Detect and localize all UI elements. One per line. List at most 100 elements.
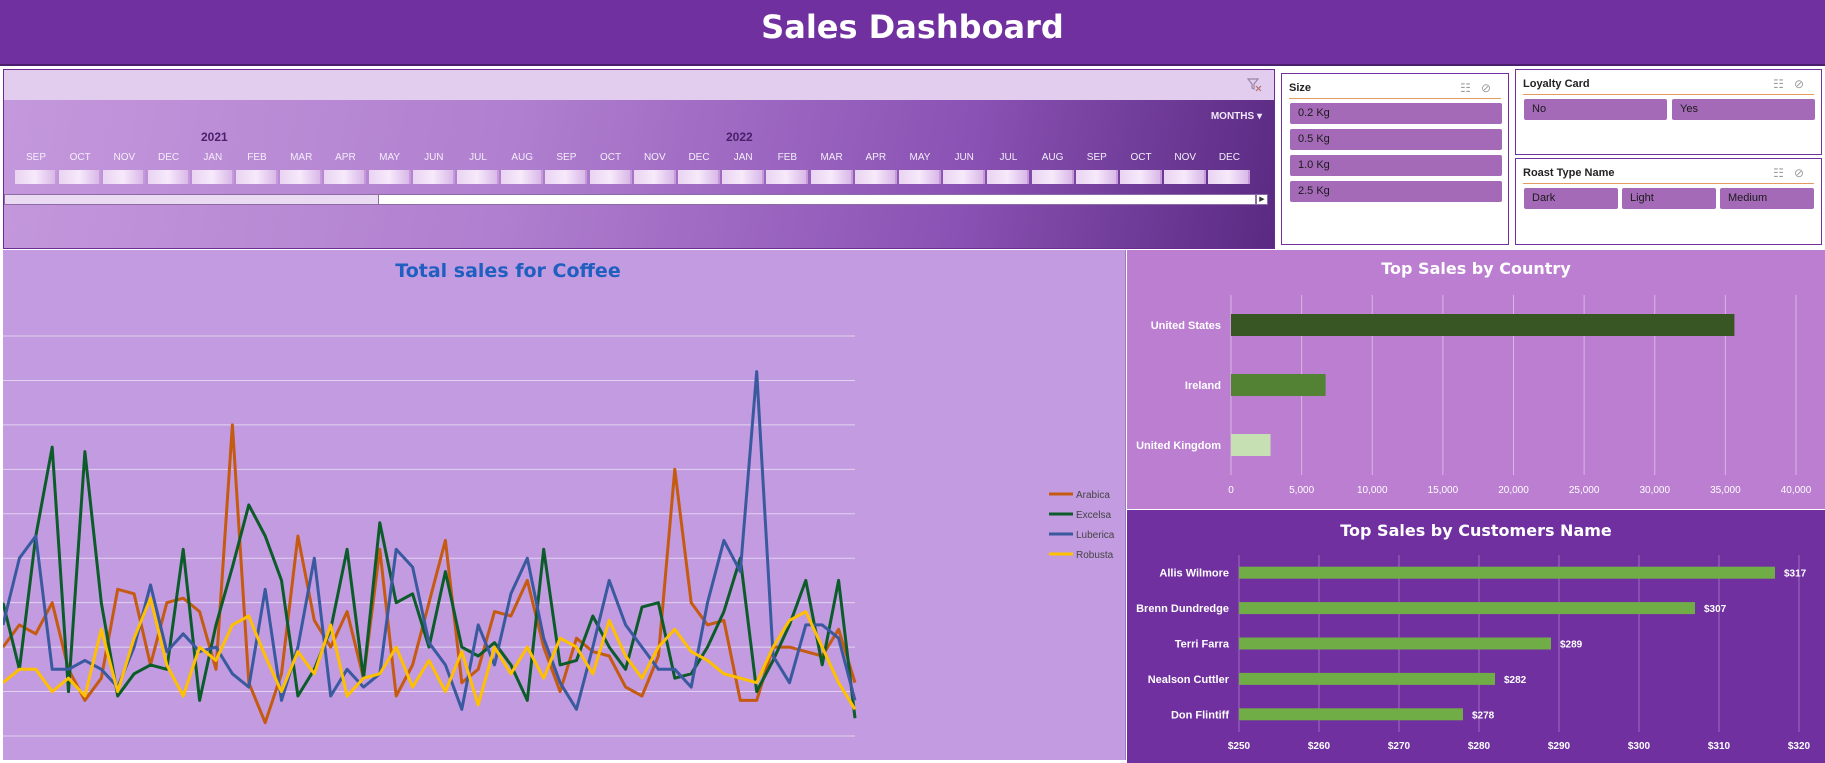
category-label: Allis Wilmore bbox=[1159, 568, 1229, 580]
timeline-body: MONTHS ▾ 2021 2022 ▶ SEP OCT NOV DEC JAN FEB M… bbox=[4, 100, 1274, 248]
timeline-month-cell[interactable] bbox=[457, 170, 499, 184]
period-selector[interactable]: MONTHS ▾ bbox=[1211, 111, 1262, 122]
clear-filter-icon[interactable] bbox=[1246, 76, 1262, 92]
year-label: 2021 bbox=[201, 130, 228, 144]
slicer-item-0.2kg[interactable]: 0.2 Kg bbox=[1290, 103, 1502, 124]
legend-label: Robusta bbox=[1076, 550, 1114, 561]
timeline-month-cell[interactable] bbox=[280, 170, 323, 184]
multi-select-icon[interactable]: ☷ bbox=[1460, 81, 1481, 95]
series-line-luberica bbox=[3, 370, 857, 711]
data-label: $289 bbox=[1560, 640, 1583, 651]
category-label: Nealson Cuttler bbox=[1148, 674, 1230, 686]
timeline-month-cell[interactable] bbox=[987, 170, 1030, 184]
timeline-month-cell[interactable] bbox=[589, 170, 632, 184]
timeline-month-cell[interactable] bbox=[1031, 170, 1074, 184]
timeline-month-label: SEP bbox=[1086, 152, 1107, 163]
timeline-month-cell[interactable] bbox=[1208, 170, 1251, 184]
period-label: MONTHS bbox=[1210, 111, 1255, 122]
timeline-month-cell[interactable] bbox=[1075, 170, 1118, 184]
category-label: Terri Farra bbox=[1175, 639, 1230, 651]
timeline-month-label: JUN bbox=[954, 152, 974, 163]
timeline-month-cell[interactable] bbox=[191, 170, 234, 184]
timeline-month-cell[interactable] bbox=[722, 170, 765, 184]
category-label: Brenn Dundredge bbox=[1136, 603, 1229, 615]
timeline-month-label: DEC bbox=[158, 152, 180, 163]
timeline-month-label: SEP bbox=[25, 152, 46, 163]
timeline-month-cell[interactable] bbox=[766, 170, 809, 184]
year-label: 2022 bbox=[726, 130, 753, 144]
multi-select-icon[interactable]: ☷ bbox=[1773, 77, 1794, 91]
timeline-month-cell[interactable] bbox=[943, 170, 986, 184]
timeline-month-cell[interactable] bbox=[368, 170, 411, 184]
timeline-month-cell[interactable] bbox=[545, 170, 588, 184]
timeline-month-cell[interactable] bbox=[412, 170, 455, 184]
timeline-month-cell[interactable] bbox=[15, 170, 57, 184]
timeline-month-label: OCT bbox=[1130, 152, 1152, 163]
clear-filter-icon[interactable]: ⊘ bbox=[1794, 77, 1814, 91]
data-label: $278 bbox=[1472, 710, 1495, 721]
x-tick-label: 40,000 bbox=[1781, 485, 1812, 496]
timeline-month-cell[interactable] bbox=[103, 170, 146, 184]
slicer-item-1.0kg[interactable]: 1.0 Kg bbox=[1290, 155, 1502, 176]
slicer-item-label: Medium bbox=[1728, 192, 1768, 204]
slicer-item-label: 1.0 Kg bbox=[1298, 159, 1330, 171]
slicer-item-0.5kg[interactable]: 0.5 Kg bbox=[1290, 129, 1502, 150]
clear-filter-icon[interactable]: ⊘ bbox=[1794, 166, 1814, 180]
timeline-month-cell[interactable] bbox=[59, 170, 102, 184]
slicer-item-label: 0.5 Kg bbox=[1298, 133, 1330, 145]
timeline-month-label: JUL bbox=[999, 152, 1018, 163]
clear-filter-icon[interactable]: ⊘ bbox=[1481, 81, 1501, 95]
category-label: Ireland bbox=[1185, 380, 1221, 392]
x-tick-label: 20,000 bbox=[1498, 485, 1529, 496]
slicer-item-2.5kg[interactable]: 2.5 Kg bbox=[1290, 181, 1502, 202]
timeline-month-label: DEC bbox=[688, 152, 710, 163]
timeline-month-label: AUG bbox=[511, 152, 534, 163]
bar-terri-farra bbox=[1239, 637, 1551, 650]
scroll-right-icon[interactable]: ▶ bbox=[1256, 194, 1268, 205]
category-label: United Kingdom bbox=[1136, 440, 1221, 452]
timeline-month-cell[interactable] bbox=[324, 170, 367, 184]
timeline-month-cell[interactable] bbox=[1164, 170, 1207, 184]
timeline-month-cell[interactable] bbox=[1120, 170, 1162, 184]
country-sales-chart: Top Sales by Country 0 5,000 10,000 15,000 2… bbox=[1127, 250, 1825, 509]
header-bar: Sales Dashboard bbox=[0, 0, 1825, 66]
x-tick-label: 10,000 bbox=[1357, 485, 1388, 496]
line-chart-svg: Arabica Excelsa Luberica Robusta bbox=[3, 335, 1115, 737]
multi-select-icon[interactable]: ☷ bbox=[1773, 166, 1794, 180]
x-tick-label: $260 bbox=[1308, 741, 1331, 752]
page-title: Sales Dashboard bbox=[761, 8, 1064, 46]
timeline-month-cell[interactable] bbox=[854, 170, 897, 184]
x-tick-label: $290 bbox=[1548, 741, 1571, 752]
category-label: Don Flintiff bbox=[1171, 709, 1229, 721]
timeline-month-cell[interactable] bbox=[899, 170, 941, 184]
timeline-month-cell[interactable] bbox=[501, 170, 544, 184]
timeline-month-label: NOV bbox=[643, 152, 666, 163]
timeline-month-label: FEB bbox=[247, 152, 267, 163]
slicer-item-dark[interactable]: Dark bbox=[1524, 188, 1618, 209]
x-tick-label: $250 bbox=[1228, 741, 1251, 752]
slicer-item-no[interactable]: No bbox=[1524, 99, 1667, 120]
slicer-item-medium[interactable]: Medium bbox=[1720, 188, 1814, 209]
timeline-month-cell[interactable] bbox=[810, 170, 853, 184]
timeline-month-cell[interactable] bbox=[147, 170, 190, 184]
timeline-month-label: DEC bbox=[1218, 152, 1240, 163]
slicer-header: Loyalty Card ☷⊘ bbox=[1523, 75, 1814, 95]
data-label: $282 bbox=[1504, 675, 1527, 686]
timeline-scroll-thumb[interactable] bbox=[378, 194, 1256, 205]
series-line-robusta bbox=[3, 596, 857, 711]
slicer-item-light[interactable]: Light bbox=[1622, 188, 1716, 209]
timeline-month-cell[interactable] bbox=[236, 170, 278, 184]
x-tick-label: 30,000 bbox=[1639, 485, 1670, 496]
slicer-item-label: 0.2 Kg bbox=[1298, 107, 1330, 119]
timeline-month-label: MAR bbox=[820, 152, 843, 163]
slicer-item-yes[interactable]: Yes bbox=[1672, 99, 1815, 120]
legend-label: Luberica bbox=[1076, 530, 1115, 541]
timeline-header bbox=[4, 70, 1274, 100]
timeline-month-label: JUN bbox=[424, 152, 444, 163]
loyalty-card-slicer: Loyalty Card ☷⊘ No Yes bbox=[1515, 69, 1822, 155]
timeline-slicer[interactable]: MONTHS ▾ 2021 2022 ▶ SEP OCT NOV DEC JAN FEB M… bbox=[3, 69, 1275, 249]
timeline-month-cell[interactable] bbox=[678, 170, 720, 184]
customer-sales-chart: Top Sales by Customers Name $250 $260 $270… bbox=[1127, 510, 1825, 763]
timeline-month-cell[interactable] bbox=[633, 170, 676, 184]
size-slicer: Size ☷⊘ 0.2 Kg 0.5 Kg 1.0 Kg 2.5 Kg bbox=[1281, 73, 1509, 245]
